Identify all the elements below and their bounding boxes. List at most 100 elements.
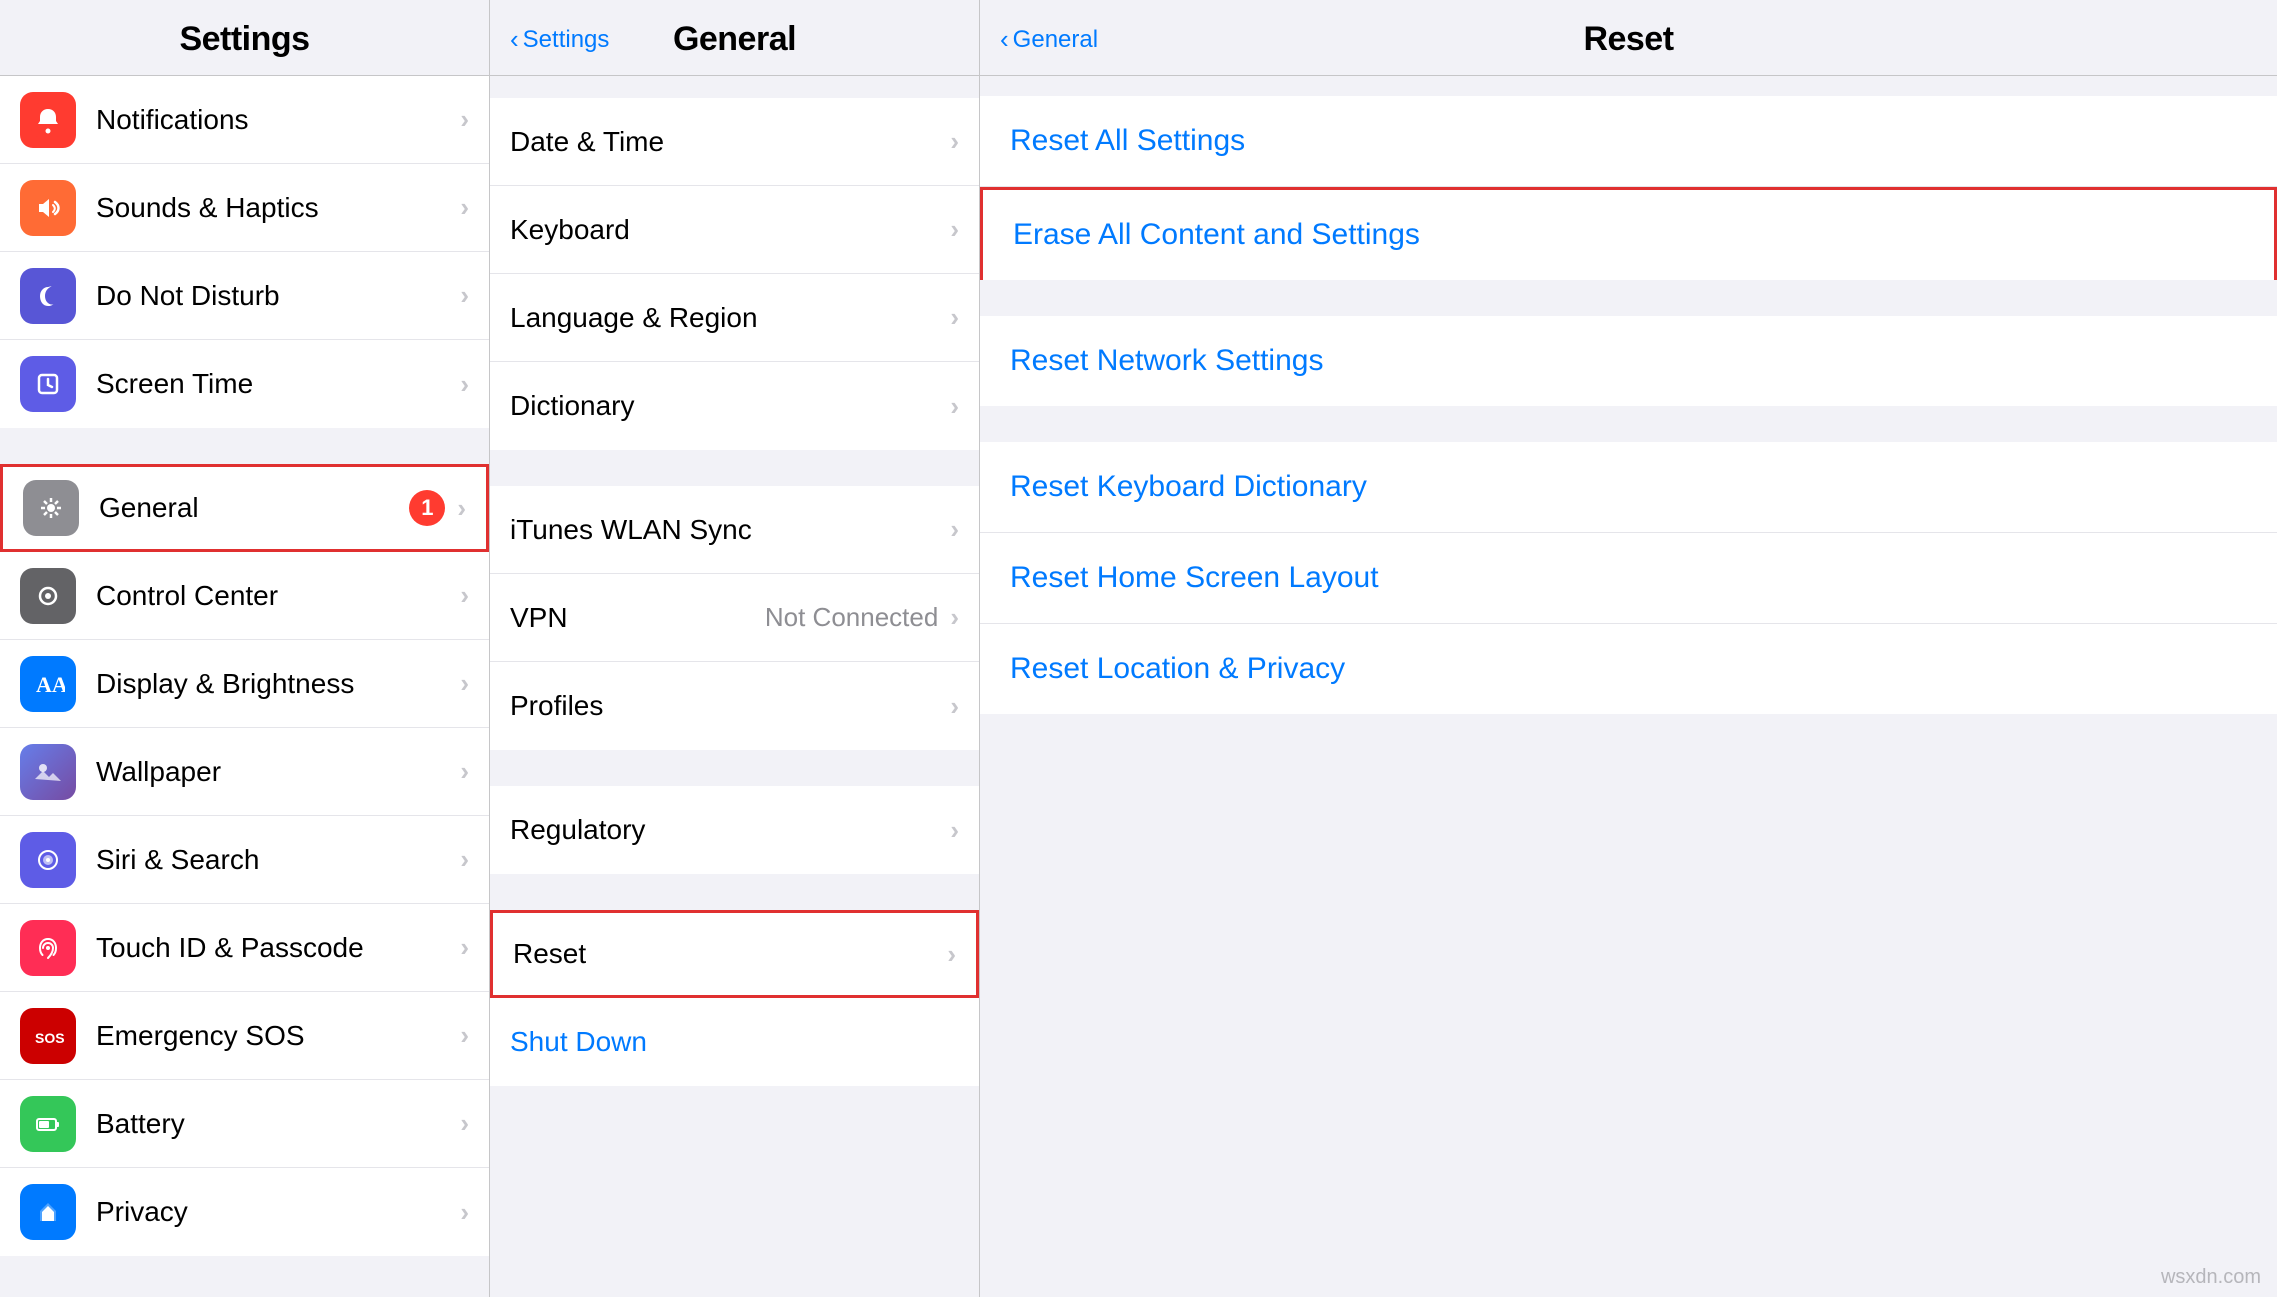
row-dictionary[interactable]: Dictionary › bbox=[490, 362, 979, 450]
row-right: › bbox=[950, 815, 959, 846]
row-resetlocation[interactable]: Reset Location & Privacy bbox=[980, 624, 2277, 714]
row-touchid[interactable]: Touch ID & Passcode › bbox=[0, 904, 489, 992]
section-datetime: Date & Time › Keyboard › Language & Regi… bbox=[490, 98, 979, 450]
row-right: › bbox=[460, 1197, 469, 1228]
row-resethome[interactable]: Reset Home Screen Layout bbox=[980, 533, 2277, 624]
row-content: Profiles bbox=[510, 690, 950, 722]
row-wallpaper[interactable]: Wallpaper › bbox=[0, 728, 489, 816]
row-language[interactable]: Language & Region › bbox=[490, 274, 979, 362]
chevron-icon: › bbox=[460, 844, 469, 875]
row-content: iTunes WLAN Sync bbox=[510, 514, 950, 546]
top-spacer bbox=[980, 76, 2277, 96]
row-screentime[interactable]: Screen Time › bbox=[0, 340, 489, 428]
row-content: Shut Down bbox=[510, 1026, 959, 1058]
settings-column: Settings Notifications › Soun bbox=[0, 0, 490, 1297]
general-title: General bbox=[673, 20, 796, 59]
row-content: Battery bbox=[96, 1108, 460, 1140]
row-sirisearch[interactable]: Siri & Search › bbox=[0, 816, 489, 904]
back-to-settings[interactable]: ‹ Settings bbox=[510, 24, 609, 55]
resethome-label: Reset Home Screen Layout bbox=[1010, 561, 1379, 595]
sirisearch-label: Siri & Search bbox=[96, 844, 460, 876]
privacy-label: Privacy bbox=[96, 1196, 460, 1228]
settings-list: Notifications › Sounds & Haptics › bbox=[0, 76, 489, 1297]
row-right: › bbox=[950, 514, 959, 545]
displaybrightness-icon: AA bbox=[20, 656, 76, 712]
row-shutdown[interactable]: Shut Down bbox=[490, 998, 979, 1086]
separator bbox=[490, 874, 979, 910]
separator bbox=[490, 750, 979, 786]
row-content: Date & Time bbox=[510, 126, 950, 158]
separator bbox=[490, 450, 979, 486]
chevron-icon: › bbox=[460, 192, 469, 223]
row-eraseall[interactable]: Erase All Content and Settings bbox=[980, 187, 2277, 280]
row-keyboard[interactable]: Keyboard › bbox=[490, 186, 979, 274]
row-privacy[interactable]: Privacy › bbox=[0, 1168, 489, 1256]
language-label: Language & Region bbox=[510, 302, 950, 334]
controlcenter-icon bbox=[20, 568, 76, 624]
section-2: General 1 › Control Center › bbox=[0, 464, 489, 1256]
general-badge: 1 bbox=[409, 490, 445, 526]
shutdown-label: Shut Down bbox=[510, 1026, 959, 1058]
row-right: › bbox=[950, 126, 959, 157]
row-reset[interactable]: Reset › bbox=[490, 910, 979, 998]
row-right: › bbox=[950, 302, 959, 333]
row-general[interactable]: General 1 › bbox=[0, 464, 489, 552]
sirisearch-icon bbox=[20, 832, 76, 888]
row-right: › bbox=[950, 214, 959, 245]
row-ituneswlan[interactable]: iTunes WLAN Sync › bbox=[490, 486, 979, 574]
row-content: Touch ID & Passcode bbox=[96, 932, 460, 964]
row-vpn[interactable]: VPN Not Connected › bbox=[490, 574, 979, 662]
controlcenter-label: Control Center bbox=[96, 580, 460, 612]
settings-header: Settings bbox=[0, 0, 489, 76]
section-itunes: iTunes WLAN Sync › VPN Not Connected › P… bbox=[490, 486, 979, 750]
row-content: Sounds & Haptics bbox=[96, 192, 460, 224]
row-right: › bbox=[947, 939, 956, 970]
row-displaybrightness[interactable]: AA Display & Brightness › bbox=[0, 640, 489, 728]
row-right: Not Connected › bbox=[765, 602, 959, 633]
dictionary-label: Dictionary bbox=[510, 390, 950, 422]
wallpaper-label: Wallpaper bbox=[96, 756, 460, 788]
row-resetall[interactable]: Reset All Settings bbox=[980, 96, 2277, 187]
donotdisturb-icon bbox=[20, 268, 76, 324]
privacy-icon bbox=[20, 1184, 76, 1240]
row-content: Emergency SOS bbox=[96, 1020, 460, 1052]
row-right: › bbox=[460, 280, 469, 311]
row-emergencysos[interactable]: SOS Emergency SOS › bbox=[0, 992, 489, 1080]
general-label: General bbox=[99, 492, 409, 524]
chevron-icon: › bbox=[950, 602, 959, 633]
battery-icon bbox=[20, 1096, 76, 1152]
row-content: Do Not Disturb bbox=[96, 280, 460, 312]
svg-text:AA: AA bbox=[36, 672, 65, 697]
wallpaper-icon bbox=[20, 744, 76, 800]
keyboard-label: Keyboard bbox=[510, 214, 950, 246]
row-resetnetwork[interactable]: Reset Network Settings bbox=[980, 316, 2277, 406]
bottom-fill bbox=[980, 714, 2277, 914]
row-right: › bbox=[460, 844, 469, 875]
row-right: › bbox=[460, 1020, 469, 1051]
separator-top bbox=[490, 88, 979, 98]
chevron-icon: › bbox=[460, 369, 469, 400]
sounds-label: Sounds & Haptics bbox=[96, 192, 460, 224]
row-right: › bbox=[950, 391, 959, 422]
row-right: › bbox=[460, 580, 469, 611]
back-to-general[interactable]: ‹ General bbox=[1000, 24, 1098, 55]
row-sounds[interactable]: Sounds & Haptics › bbox=[0, 164, 489, 252]
row-battery[interactable]: Battery › bbox=[0, 1080, 489, 1168]
row-datetime[interactable]: Date & Time › bbox=[490, 98, 979, 186]
row-donotdisturb[interactable]: Do Not Disturb › bbox=[0, 252, 489, 340]
row-notifications[interactable]: Notifications › bbox=[0, 76, 489, 164]
watermark: wsxdn.com bbox=[2161, 1266, 2261, 1289]
row-content: Regulatory bbox=[510, 814, 950, 846]
row-right: 1 › bbox=[409, 490, 466, 526]
screentime-icon bbox=[20, 356, 76, 412]
chevron-icon: › bbox=[460, 104, 469, 135]
general-icon bbox=[23, 480, 79, 536]
row-regulatory[interactable]: Regulatory › bbox=[490, 786, 979, 874]
row-profiles[interactable]: Profiles › bbox=[490, 662, 979, 750]
row-right: › bbox=[460, 756, 469, 787]
row-controlcenter[interactable]: Control Center › bbox=[0, 552, 489, 640]
row-right: › bbox=[460, 932, 469, 963]
row-resetkeyboard[interactable]: Reset Keyboard Dictionary bbox=[980, 442, 2277, 533]
battery-label: Battery bbox=[96, 1108, 460, 1140]
vpn-label: VPN bbox=[510, 602, 765, 634]
